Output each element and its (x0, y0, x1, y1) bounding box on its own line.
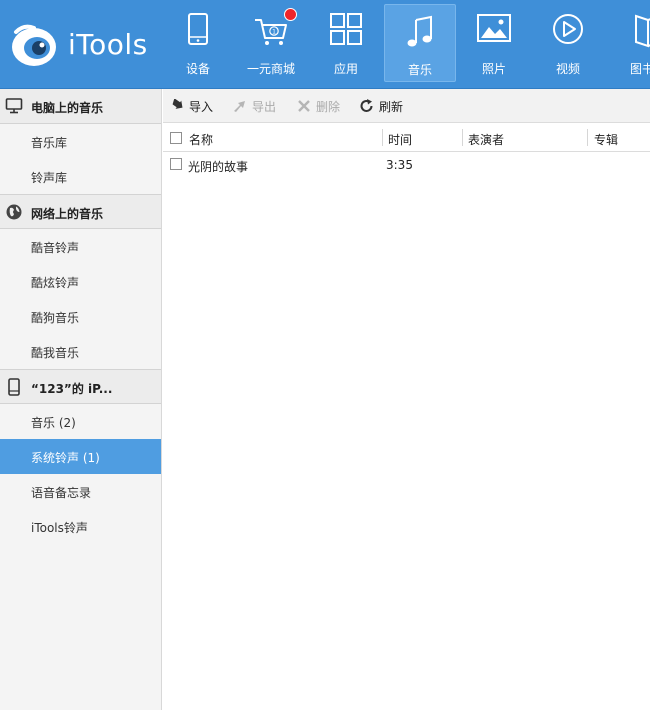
nav-label: 图书 (629, 62, 650, 76)
svg-text:1: 1 (272, 29, 276, 36)
sidebar-item-label: 酷我音乐 (31, 346, 80, 360)
table-row[interactable]: 光阴的故事 3:35 (163, 152, 650, 178)
column-divider[interactable] (462, 129, 463, 146)
sidebar-item-kuyin[interactable]: 酷音铃声 (0, 229, 161, 264)
column-header-artist[interactable]: 表演者 (468, 131, 504, 148)
sidebar-item-voice-memos[interactable]: 语音备忘录 (0, 474, 161, 509)
main-content: 导入 导出 删除 刷新 名称 时间 表演者 专辑 光阴的故事 3:35 (163, 89, 650, 710)
cell-name: 光阴的故事 (188, 160, 249, 174)
nav-device[interactable]: 设备 (162, 4, 234, 82)
sidebar-item-label: 铃声库 (31, 171, 68, 185)
sidebar-item-music-library[interactable]: 音乐库 (0, 124, 161, 159)
sidebar-item-label: 系统铃声 (1) (31, 451, 100, 465)
delete-label: 删除 (316, 100, 341, 114)
sidebar-item-kuwo[interactable]: 酷我音乐 (0, 334, 161, 369)
sidebar-group-label: 电脑上的音乐 (31, 101, 104, 115)
sidebar-item-label: iTools铃声 (31, 521, 88, 535)
sidebar-group-online-music[interactable]: 网络上的音乐 (0, 194, 161, 229)
music-note-icon (407, 15, 432, 47)
sidebar: 电脑上的音乐 音乐库 铃声库 网络上的音乐 酷音铃声 酷炫铃声 酷狗音乐 酷我音… (0, 89, 162, 710)
picture-icon (477, 14, 511, 42)
nav-video[interactable]: 视频 (532, 4, 604, 82)
sidebar-item-label: 音乐 (2) (31, 416, 76, 430)
column-header-album[interactable]: 专辑 (594, 131, 618, 148)
book-icon (635, 14, 650, 48)
sidebar-item-label: 酷音铃声 (31, 241, 80, 255)
sidebar-item-label: 语音备忘录 (31, 486, 92, 500)
toolbar: 导入 导出 删除 刷新 (163, 89, 650, 123)
sidebar-item-kugou[interactable]: 酷狗音乐 (0, 299, 161, 334)
sidebar-item-label: 酷狗音乐 (31, 311, 80, 325)
notification-badge (284, 8, 297, 21)
delete-x-icon (298, 100, 310, 112)
column-divider[interactable] (587, 129, 588, 146)
import-label: 导入 (189, 100, 214, 114)
device-icon (8, 378, 20, 396)
nav-label: 设备 (185, 62, 210, 76)
column-header-name[interactable]: 名称 (189, 131, 213, 148)
sidebar-item-ringtone-library[interactable]: 铃声库 (0, 159, 161, 194)
cell-time: 3:35 (386, 158, 413, 172)
sidebar-item-itools-ringtones[interactable]: iTools铃声 (0, 509, 161, 544)
itools-logo: iTools (10, 22, 160, 68)
refresh-label: 刷新 (379, 100, 404, 114)
nav-music[interactable]: 音乐 (384, 4, 456, 82)
sidebar-item-label: 音乐库 (31, 136, 68, 150)
sidebar-item-device-music[interactable]: 音乐 (2) (0, 404, 161, 439)
nav-label: 照片 (481, 62, 506, 76)
column-header-time[interactable]: 时间 (388, 131, 412, 148)
nav-books[interactable]: 图书 (606, 4, 650, 82)
refresh-icon (360, 99, 373, 112)
play-icon (553, 14, 583, 44)
nav-store[interactable]: 1 一元商城 (235, 4, 307, 82)
top-navigation-bar: iTools 设备 1 一元商城 应用 音乐 照片 视频 图书 (0, 0, 650, 89)
nav-apps[interactable]: 应用 (310, 4, 382, 82)
row-checkbox[interactable] (170, 158, 182, 170)
nav-label: 音乐 (407, 63, 432, 77)
nav-label: 应用 (333, 62, 358, 76)
phone-icon (188, 13, 208, 45)
logo-eye-icon (12, 24, 56, 66)
globe-icon (6, 204, 22, 220)
import-arrow-icon (172, 99, 183, 109)
export-label: 导出 (252, 100, 277, 114)
sidebar-group-label: 网络上的音乐 (31, 207, 104, 221)
app-name: iTools (68, 28, 148, 61)
table-header: 名称 时间 表演者 专辑 (163, 124, 650, 152)
nav-label: 一元商城 (246, 62, 295, 76)
sidebar-group-label: “123”的 iP... (31, 382, 113, 396)
apps-grid-icon (330, 13, 362, 45)
column-divider[interactable] (382, 129, 383, 146)
sidebar-group-device[interactable]: “123”的 iP... (0, 369, 161, 404)
nav-label: 视频 (555, 62, 580, 76)
export-arrow-icon (234, 101, 245, 112)
sidebar-item-kuxuan[interactable]: 酷炫铃声 (0, 264, 161, 299)
nav-photos[interactable]: 照片 (458, 4, 530, 82)
monitor-icon (5, 98, 23, 114)
sidebar-item-label: 酷炫铃声 (31, 276, 80, 290)
sidebar-item-system-ringtones[interactable]: 系统铃声 (1) (0, 439, 161, 474)
sidebar-group-computer-music[interactable]: 电脑上的音乐 (0, 89, 161, 124)
select-all-checkbox[interactable] (170, 132, 182, 144)
